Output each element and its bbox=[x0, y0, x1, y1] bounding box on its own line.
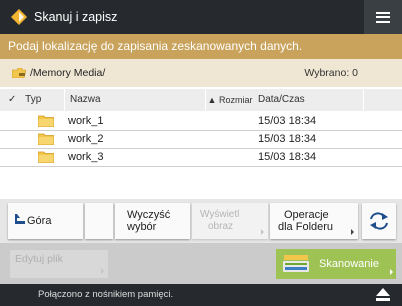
scanner-icon bbox=[283, 255, 309, 272]
table-row[interactable]: work_1 15/03 18:34 bbox=[0, 113, 402, 131]
column-spacer bbox=[364, 89, 402, 111]
folder-operations-label-2: dla Folderu bbox=[278, 221, 334, 233]
submenu-arrow-icon bbox=[351, 229, 354, 235]
row-date: 15/03 18:34 bbox=[258, 115, 317, 127]
eject-icon[interactable] bbox=[376, 288, 390, 301]
hamburger-menu-icon bbox=[376, 11, 390, 23]
title-bar: Skanuj i zapisz bbox=[0, 0, 402, 34]
check-icon: ✓ bbox=[8, 94, 17, 105]
table-header: ✓ Typ Nazwa ▲ Rozmiar Data/Czas bbox=[0, 89, 402, 111]
clear-selection-label-1: Wyczyść bbox=[127, 209, 171, 221]
instruction-banner: Podaj lokalizację do zapisania zeskanowa… bbox=[0, 34, 402, 59]
folder-icon bbox=[38, 115, 54, 127]
submenu-arrow-icon bbox=[261, 229, 264, 235]
window-title: Skanuj i zapisz bbox=[34, 10, 118, 24]
edit-file-label: Edytuj plik bbox=[15, 253, 63, 265]
show-image-label-1: Wyświetl bbox=[200, 209, 240, 220]
edit-file-button[interactable]: Edytuj plik bbox=[10, 250, 108, 278]
folder-operations-label-1: Operacje bbox=[284, 209, 329, 221]
row-name: work_1 bbox=[68, 115, 104, 127]
path-bar: /Memory Media/ Wybrano: 0 bbox=[0, 59, 402, 87]
show-image-label-2: obraz bbox=[208, 221, 234, 232]
up-button[interactable]: Góra bbox=[8, 203, 83, 239]
refresh-button[interactable] bbox=[362, 203, 396, 239]
folder-icon bbox=[38, 133, 54, 145]
file-list: work_1 15/03 18:34 work_2 15/03 18:34 wo… bbox=[0, 113, 402, 167]
column-type-header[interactable]: ✓ Typ bbox=[0, 89, 64, 111]
clear-selection-label-2: wybór bbox=[127, 221, 157, 233]
refresh-icon bbox=[370, 212, 388, 230]
selected-count: Wybrano: 0 bbox=[304, 67, 358, 79]
up-arrow-icon bbox=[15, 214, 25, 224]
row-date: 15/03 18:34 bbox=[258, 133, 317, 145]
diamond-arrow-icon bbox=[11, 9, 27, 25]
column-size-header[interactable]: ▲ Rozmiar bbox=[206, 89, 254, 111]
blank-button bbox=[85, 203, 113, 239]
folder-icon bbox=[38, 151, 54, 163]
up-button-label: Góra bbox=[27, 215, 52, 227]
table-row[interactable]: work_3 15/03 18:34 bbox=[0, 149, 402, 167]
submenu-arrow-icon bbox=[390, 269, 393, 275]
scan-button[interactable]: Skanowanie bbox=[276, 249, 396, 279]
show-image-button[interactable]: Wyświetl obraz bbox=[192, 203, 268, 239]
scan-button-label: Skanowanie bbox=[319, 258, 379, 270]
status-bar: Połączono z nośnikiem pamięci. bbox=[0, 284, 402, 306]
row-date: 15/03 18:34 bbox=[258, 151, 317, 163]
current-path: /Memory Media/ bbox=[30, 67, 106, 79]
table-row[interactable]: work_2 15/03 18:34 bbox=[0, 131, 402, 149]
submenu-arrow-icon bbox=[101, 268, 104, 274]
row-name: work_3 bbox=[68, 151, 104, 163]
status-message: Połączono z nośnikiem pamięci. bbox=[38, 289, 174, 300]
menu-button[interactable] bbox=[364, 0, 402, 34]
row-name: work_2 bbox=[68, 133, 104, 145]
clear-selection-button[interactable]: Wyczyść wybór bbox=[115, 203, 190, 239]
column-date-header[interactable]: Data/Czas bbox=[253, 89, 363, 111]
column-name-header[interactable]: Nazwa bbox=[65, 89, 205, 111]
folder-operations-button[interactable]: Operacje dla Folderu bbox=[270, 203, 358, 239]
memory-media-icon bbox=[12, 68, 26, 78]
